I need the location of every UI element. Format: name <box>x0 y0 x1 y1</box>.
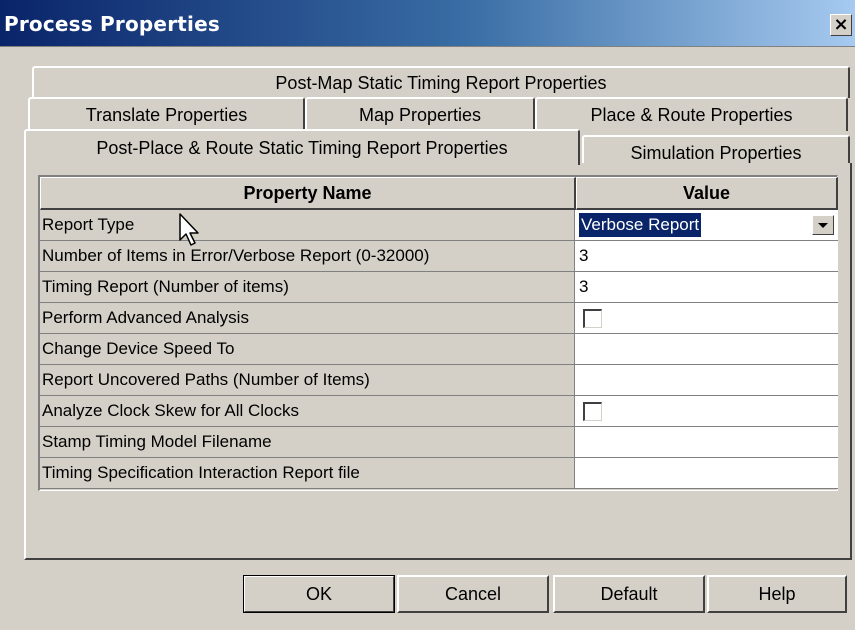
tab-simulation[interactable]: Simulation Properties <box>582 135 850 165</box>
property-value-cell <box>575 396 838 427</box>
property-value-field[interactable]: 3 <box>575 272 838 303</box>
property-value-field[interactable] <box>575 334 838 365</box>
combo-selected-value: Verbose Report <box>579 213 702 237</box>
mouse-pointer-icon <box>179 213 199 246</box>
property-name-cell: Change Device Speed To <box>40 334 575 365</box>
tab-map[interactable]: Map Properties <box>305 97 535 131</box>
table-row[interactable]: Analyze Clock Skew for All Clocks <box>40 396 838 427</box>
property-name-cell: Number of Items in Error/Verbose Report … <box>40 241 575 272</box>
grid-header: Property Name Value <box>40 177 838 210</box>
table-row[interactable]: Stamp Timing Model Filename <box>40 427 838 458</box>
table-row[interactable]: Perform Advanced Analysis <box>40 303 838 334</box>
tab-label: Map Properties <box>358 105 482 125</box>
ok-button[interactable]: OK <box>243 575 395 613</box>
property-name-cell: Perform Advanced Analysis <box>40 303 575 334</box>
property-name-cell: Stamp Timing Model Filename <box>40 427 575 458</box>
property-name-cell: Timing Report (Number of items) <box>40 272 575 303</box>
column-header-property-name[interactable]: Property Name <box>40 177 576 210</box>
property-name-cell: Timing Specification Interaction Report … <box>40 458 575 489</box>
close-button[interactable]: × <box>830 14 852 36</box>
help-button[interactable]: Help <box>707 575 847 613</box>
property-grid: Property Name Value Report Type Verbose … <box>38 175 838 491</box>
tab-label: Simulation Properties <box>630 143 802 163</box>
property-value-field[interactable]: 3 <box>575 241 838 272</box>
table-row[interactable]: Timing Report (Number of items) 3 <box>40 272 838 303</box>
default-button[interactable]: Default <box>553 575 705 613</box>
cancel-button[interactable]: Cancel <box>397 575 549 613</box>
clock-skew-checkbox[interactable] <box>583 402 602 421</box>
tab-post-place-route-static-timing[interactable]: Post-Place & Route Static Timing Report … <box>24 129 580 165</box>
advanced-analysis-checkbox[interactable] <box>583 309 602 328</box>
tab-place-route[interactable]: Place & Route Properties <box>535 97 848 131</box>
property-value-field[interactable] <box>575 365 838 396</box>
property-name-cell: Report Uncovered Paths (Number of Items) <box>40 365 575 396</box>
table-row[interactable]: Change Device Speed To <box>40 334 838 365</box>
tab-label: Post-Map Static Timing Report Properties <box>275 73 607 93</box>
close-icon: × <box>833 14 849 35</box>
property-name-cell: Report Type <box>40 210 575 241</box>
column-header-value[interactable]: Value <box>576 177 838 210</box>
tab-label: Place & Route Properties <box>590 105 793 125</box>
table-row[interactable]: Report Uncovered Paths (Number of Items) <box>40 365 838 396</box>
window-title: Process Properties <box>4 12 220 36</box>
tab-label: Translate Properties <box>85 105 248 125</box>
report-type-combo[interactable]: Verbose Report <box>575 210 838 241</box>
tab-translate[interactable]: Translate Properties <box>28 97 305 131</box>
property-value-field[interactable] <box>575 427 838 458</box>
property-value-field[interactable] <box>575 458 838 489</box>
chevron-down-icon[interactable] <box>812 215 834 235</box>
property-value-cell <box>575 303 838 334</box>
title-bar[interactable]: Process Properties × <box>0 0 855 47</box>
property-name-cell: Analyze Clock Skew for All Clocks <box>40 396 575 427</box>
tab-label: Post-Place & Route Static Timing Report … <box>96 138 508 158</box>
table-row[interactable]: Report Type Verbose Report <box>40 210 838 241</box>
table-row[interactable]: Number of Items in Error/Verbose Report … <box>40 241 838 272</box>
table-row[interactable]: Timing Specification Interaction Report … <box>40 458 838 489</box>
tab-post-map-static-timing[interactable]: Post-Map Static Timing Report Properties <box>32 66 850 98</box>
